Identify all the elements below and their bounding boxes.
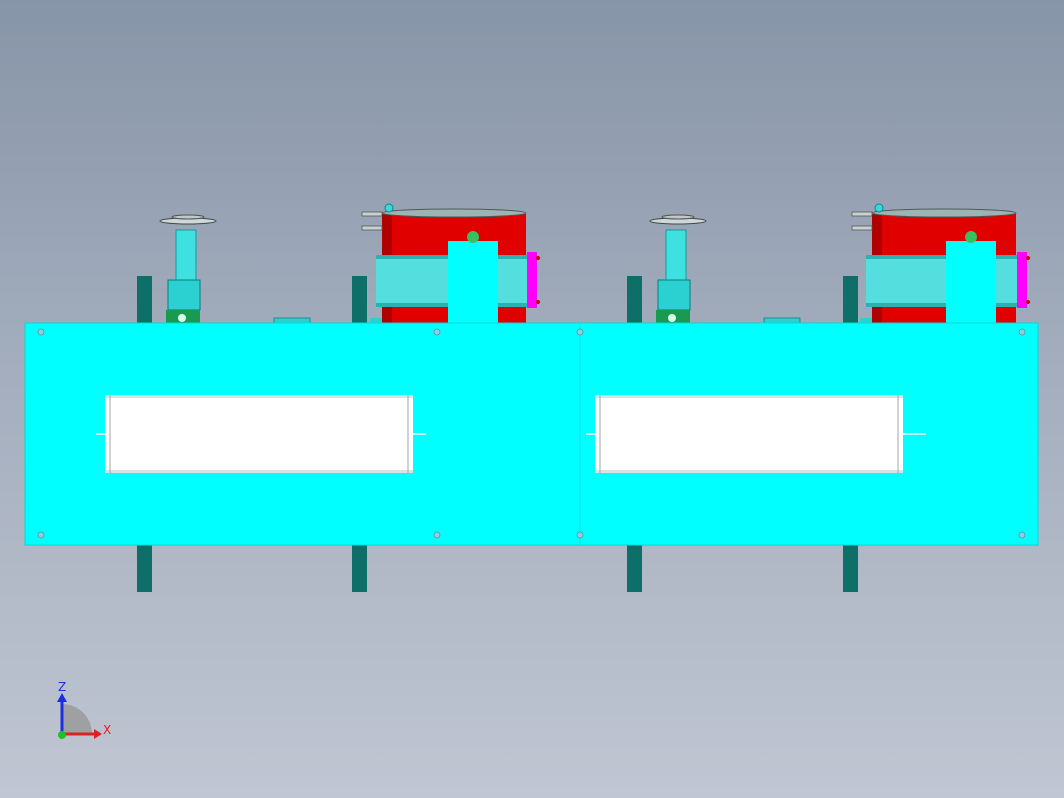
leg xyxy=(352,545,367,592)
coordinate-triad: Z X xyxy=(57,680,111,739)
post xyxy=(843,276,858,324)
leg xyxy=(137,545,152,592)
bolt xyxy=(37,531,45,539)
bolt xyxy=(37,328,45,336)
end-cap xyxy=(1017,252,1027,308)
frame-window-1 xyxy=(96,395,426,473)
valve-assembly-1[interactable] xyxy=(159,214,217,324)
end-cap xyxy=(527,252,537,308)
leg xyxy=(843,545,858,592)
bolt xyxy=(433,328,441,336)
frame-window-2 xyxy=(586,395,926,473)
bolt xyxy=(576,531,584,539)
post xyxy=(352,276,367,324)
bolt xyxy=(1018,531,1026,539)
frame-legs-lower xyxy=(137,545,858,592)
bolt xyxy=(433,531,441,539)
motor-bracket xyxy=(448,241,498,325)
leg xyxy=(627,545,642,592)
bolt xyxy=(1018,328,1026,336)
motor-1[interactable] xyxy=(273,203,540,325)
cad-viewport[interactable]: Z X xyxy=(0,0,1064,798)
z-axis-label: Z xyxy=(58,680,66,694)
x-axis-label: X xyxy=(103,723,111,737)
post xyxy=(137,276,152,324)
post xyxy=(627,276,642,324)
motor-2[interactable] xyxy=(763,203,1030,325)
bolt xyxy=(576,328,584,336)
valve-assembly-2[interactable] xyxy=(649,214,707,324)
motor-bracket xyxy=(946,241,996,325)
